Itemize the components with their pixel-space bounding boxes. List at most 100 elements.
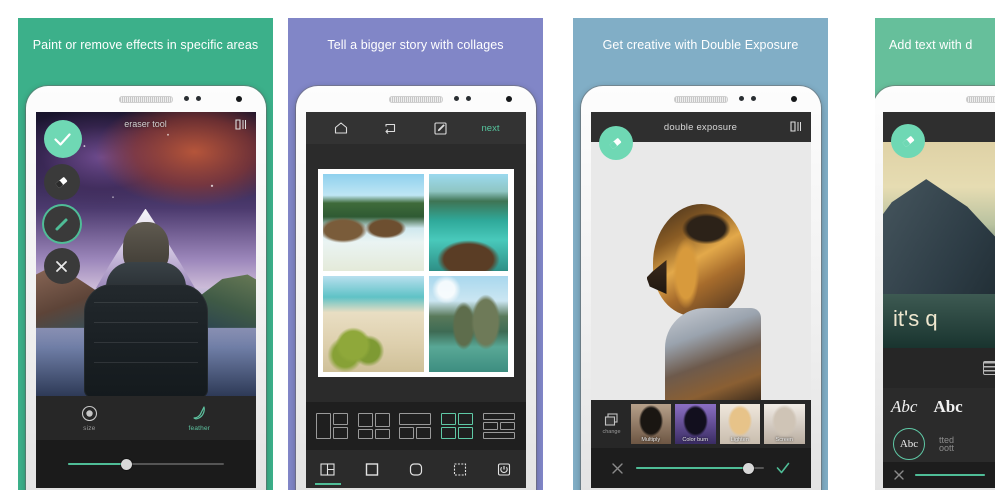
blend-mode-label: Color burn bbox=[682, 437, 709, 443]
font-selected-row[interactable]: Abc tted oott bbox=[883, 426, 995, 462]
collage-photo-boats-beach[interactable] bbox=[322, 174, 425, 271]
feather-control[interactable]: feather bbox=[189, 405, 211, 432]
confirm-button[interactable] bbox=[776, 462, 790, 474]
keyboard-row[interactable] bbox=[883, 348, 995, 388]
layout-template-2[interactable] bbox=[357, 413, 390, 439]
blend-mode-screen[interactable]: Screen bbox=[764, 404, 805, 444]
editor-title: eraser tool bbox=[124, 119, 167, 129]
phone-bezel bbox=[26, 86, 266, 112]
next-button[interactable]: next bbox=[466, 123, 516, 134]
font-sample-serif-italic[interactable]: Abc bbox=[891, 397, 917, 417]
collage-toolbar[interactable]: next bbox=[305, 112, 526, 144]
portrait-shoulders bbox=[664, 308, 761, 400]
person-silhouette bbox=[80, 222, 212, 396]
editor-canvas[interactable] bbox=[590, 142, 811, 400]
slider-knob[interactable] bbox=[743, 462, 755, 474]
font-sample-serif-bold[interactable]: Abc bbox=[933, 397, 962, 417]
blend-mode-label: Multiply bbox=[641, 437, 661, 443]
edit-icon[interactable] bbox=[416, 121, 466, 135]
slider-row[interactable] bbox=[35, 440, 256, 488]
size-control[interactable]: size bbox=[81, 405, 98, 432]
layout-template-4[interactable] bbox=[441, 413, 474, 439]
slider-knob[interactable] bbox=[121, 458, 133, 470]
phone-frame: eraser tool size feather bbox=[25, 86, 266, 490]
front-camera-icon bbox=[505, 96, 512, 102]
proximity-sensor-icon bbox=[738, 96, 744, 101]
collage-photo-coconuts[interactable] bbox=[322, 275, 425, 372]
phone-screen[interactable]: double exposure change Multiply Color bu… bbox=[590, 112, 811, 488]
panel-double-exposure[interactable]: Get creative with Double Exposure double… bbox=[573, 18, 828, 490]
phone-screen[interactable]: it's q Abc Abc Abc tted oott bbox=[883, 112, 995, 488]
panel-eraser[interactable]: Paint or remove effects in specific area… bbox=[18, 18, 273, 490]
keyboard-icon[interactable] bbox=[983, 361, 995, 375]
tab-corner[interactable] bbox=[397, 450, 435, 488]
blend-mode-lighten[interactable]: Lighten bbox=[719, 404, 760, 444]
confirm-button[interactable] bbox=[43, 120, 82, 158]
shuffle-icon[interactable] bbox=[366, 122, 416, 134]
brush-tool-button[interactable] bbox=[43, 206, 80, 242]
tab-layout[interactable] bbox=[309, 450, 347, 488]
font-sample-selected[interactable]: Abc bbox=[893, 428, 925, 460]
tab-ratio[interactable] bbox=[485, 450, 523, 488]
earpiece-speaker bbox=[673, 96, 728, 103]
size-slider[interactable] bbox=[67, 458, 224, 470]
layout-template-3[interactable] bbox=[399, 413, 432, 439]
collage-photo-boat-bow[interactable] bbox=[429, 174, 509, 271]
light-sensor-icon bbox=[195, 96, 201, 101]
tab-spacing[interactable] bbox=[441, 450, 479, 488]
editor-canvas[interactable]: it's q bbox=[883, 142, 995, 348]
change-image-button[interactable]: change bbox=[597, 413, 627, 435]
phone-bezel bbox=[296, 86, 536, 112]
font-sample-row[interactable]: Abc Abc bbox=[883, 388, 995, 426]
phone-screen[interactable]: eraser tool size feather bbox=[35, 112, 256, 488]
panel-caption: Get creative with Double Exposure bbox=[602, 38, 799, 52]
proximity-sensor-icon bbox=[183, 96, 189, 101]
phone-screen[interactable]: next bbox=[305, 112, 526, 488]
compare-icon[interactable] bbox=[234, 119, 248, 130]
collage-photo-karst-cliffs[interactable] bbox=[429, 275, 509, 372]
cancel-button[interactable] bbox=[611, 462, 624, 475]
panel-caption: Add text with d bbox=[889, 38, 973, 52]
confirm-bar[interactable] bbox=[883, 462, 995, 488]
size-label: size bbox=[83, 424, 96, 432]
earpiece-speaker bbox=[118, 96, 173, 103]
layout-template-1[interactable] bbox=[316, 413, 349, 439]
layout-template-5[interactable] bbox=[482, 413, 515, 439]
layout-template-row[interactable] bbox=[305, 402, 526, 450]
collage-tabbar[interactable] bbox=[305, 450, 526, 488]
blend-mode-multiply[interactable]: Multiply bbox=[630, 404, 671, 444]
blend-mode-color-burn[interactable]: Color burn bbox=[675, 404, 716, 444]
double-exposure-portrait bbox=[641, 200, 761, 400]
collage-grid[interactable] bbox=[317, 169, 514, 377]
eraser-fab-button[interactable] bbox=[891, 124, 925, 158]
opacity-slider[interactable] bbox=[636, 462, 764, 474]
collage-board[interactable] bbox=[305, 144, 526, 402]
font-stack-label: tted oott bbox=[939, 435, 955, 453]
tab-border[interactable] bbox=[353, 450, 391, 488]
portrait-head bbox=[652, 204, 745, 316]
phone-frame: it's q Abc Abc Abc tted oott bbox=[875, 86, 995, 490]
screenshot-gallery: Paint or remove effects in specific area… bbox=[0, 0, 995, 504]
change-label: change bbox=[602, 429, 621, 435]
tool-stack[interactable] bbox=[43, 120, 86, 290]
feather-label: feather bbox=[188, 424, 211, 432]
home-icon[interactable] bbox=[316, 122, 366, 134]
text-overlay[interactable]: it's q bbox=[893, 306, 938, 332]
cancel-button[interactable] bbox=[893, 469, 905, 481]
light-sensor-icon bbox=[465, 96, 471, 101]
blend-mode-strip[interactable]: change Multiply Color burn Lighten Scree… bbox=[590, 400, 811, 448]
phone-bezel bbox=[581, 86, 821, 112]
phone-frame: double exposure change Multiply Color bu… bbox=[580, 86, 821, 490]
text-slider[interactable] bbox=[915, 474, 985, 476]
cancel-button[interactable] bbox=[43, 248, 80, 284]
editor-control-row[interactable]: size feather bbox=[35, 396, 256, 440]
compare-icon[interactable] bbox=[789, 121, 803, 132]
confirm-bar[interactable] bbox=[590, 448, 811, 488]
eraser-fab-button[interactable] bbox=[598, 126, 633, 160]
editor-canvas[interactable]: eraser tool bbox=[35, 112, 256, 396]
panel-caption: Paint or remove effects in specific area… bbox=[32, 38, 259, 52]
panel-text[interactable]: Add text with d it's q Abc Abc Abc tted … bbox=[875, 18, 995, 490]
panel-collage[interactable]: Tell a bigger story with collages next bbox=[288, 18, 543, 490]
eraser-tool-button[interactable] bbox=[43, 164, 80, 200]
proximity-sensor-icon bbox=[453, 96, 459, 101]
